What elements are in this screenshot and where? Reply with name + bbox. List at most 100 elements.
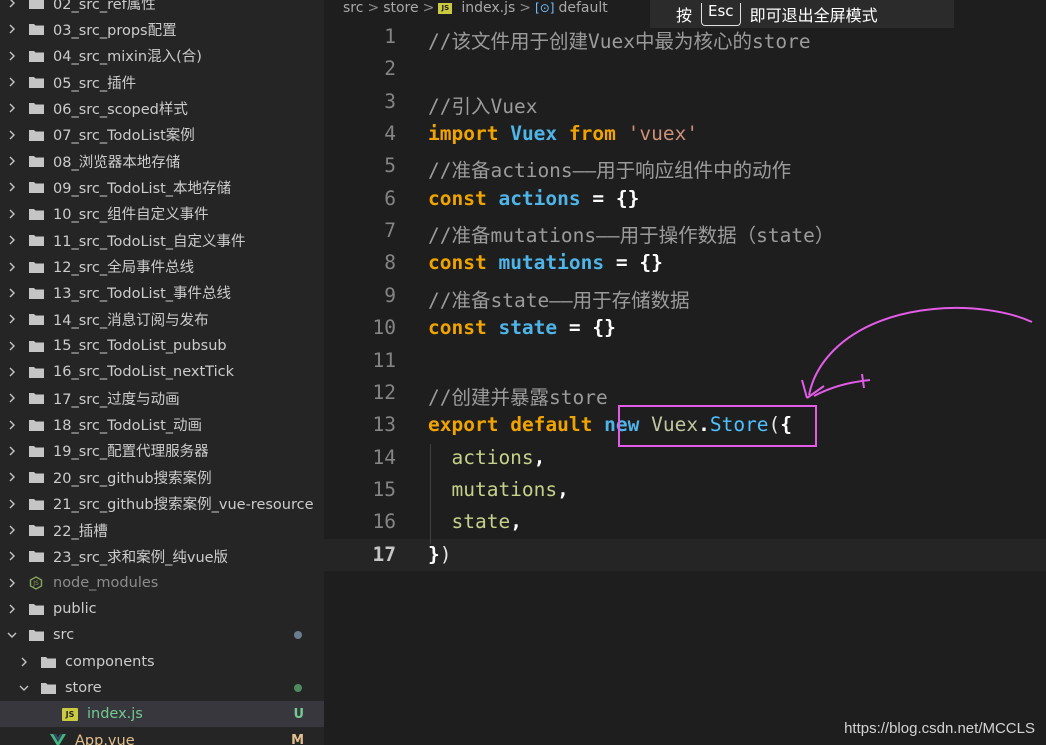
chevron-right-icon[interactable] [6, 524, 18, 536]
explorer-item[interactable]: 09_src_TodoList_本地存储 [0, 174, 324, 200]
explorer-item[interactable]: 10_src_组件自定义事件 [0, 201, 324, 227]
explorer-item-label: 22_插槽 [53, 523, 108, 540]
explorer-item[interactable]: 23_src_求和案例_纯vue版 [0, 543, 324, 569]
explorer-item[interactable]: 19_src_配置代理服务器 [0, 438, 324, 464]
explorer-item[interactable]: 08_浏览器本地存储 [0, 148, 324, 174]
explorer-item[interactable]: 12_src_全局事件总线 [0, 254, 324, 280]
chevron-down-icon[interactable] [18, 682, 30, 694]
chevron-right-icon[interactable] [6, 313, 18, 325]
code-line[interactable]: 7 //准备mutations——用于操作数据（state） [324, 215, 1046, 247]
chevron-right-icon[interactable] [6, 471, 18, 483]
chevron-right-icon[interactable] [6, 155, 18, 167]
code-line[interactable]: 6 const actions = {} [324, 183, 1046, 215]
chevron-right-icon[interactable] [6, 102, 18, 114]
explorer-item[interactable]: 13_src_TodoList_事件总线 [0, 280, 324, 306]
explorer-item[interactable]: 17_src_过度与动画 [0, 385, 324, 411]
breadcrumb-symbol[interactable]: default [558, 0, 607, 16]
chevron-right-icon[interactable] [6, 129, 18, 141]
folder-icon [28, 22, 44, 36]
explorer-item[interactable]: 16_src_TodoList_nextTick [0, 359, 324, 385]
explorer-item[interactable]: JS index.js U [0, 701, 324, 728]
explorer-item[interactable]: components [0, 649, 324, 675]
code-token: mutations [451, 477, 558, 501]
explorer-item[interactable]: public [0, 596, 324, 622]
code-token: //准备mutations——用于操作数据（state） [428, 224, 835, 248]
chevron-right-icon[interactable] [6, 0, 18, 9]
explorer-item-label: 03_src_props配置 [53, 22, 177, 39]
explorer-item[interactable]: 18_src_TodoList_动画 [0, 412, 324, 438]
explorer-item[interactable]: 07_src_TodoList案例 [0, 122, 324, 148]
chevron-right-icon[interactable] [6, 287, 18, 299]
chevron-right-icon[interactable] [6, 340, 18, 352]
explorer-item[interactable]: JS node_modules [0, 570, 324, 596]
explorer-item[interactable]: 04_src_mixin混入(合) [0, 43, 324, 69]
folder-icon [40, 681, 56, 695]
chevron-right-icon[interactable] [6, 234, 18, 246]
explorer-item[interactable]: store [0, 675, 324, 701]
folder-icon [28, 549, 44, 563]
watermark: https://blog.csdn.net/MCCLS [844, 720, 1035, 737]
folder-icon [28, 312, 44, 326]
code-token: Vuex [510, 122, 558, 146]
code-line[interactable]: 3 //引入Vuex [324, 86, 1046, 118]
explorer-item[interactable]: 22_插槽 [0, 517, 324, 543]
code-token: mutations [498, 251, 605, 275]
code-token: const [428, 316, 487, 340]
breadcrumb-file[interactable]: index.js [461, 0, 515, 16]
code-line[interactable]: 8 const mutations = {} [324, 247, 1046, 279]
chevron-right-icon[interactable] [6, 50, 18, 62]
explorer-item[interactable]: 21_src_github搜索案例_vue-resource [0, 491, 324, 517]
chevron-right-icon[interactable] [6, 208, 18, 220]
code-line[interactable]: 16 state, [324, 506, 1046, 538]
code-line[interactable]: 17}) [324, 538, 1046, 571]
code-line[interactable]: 9 //准备state——用于存储数据 [324, 280, 1046, 312]
breadcrumb-folder[interactable]: src [343, 0, 363, 16]
folder-icon [28, 339, 44, 353]
code-line[interactable]: 11 [324, 345, 1046, 377]
chevron-right-icon[interactable] [6, 498, 18, 510]
explorer-item-label: 23_src_求和案例_纯vue版 [53, 549, 229, 566]
explorer-item-label: 20_src_github搜索案例 [53, 470, 212, 487]
explorer-item-label: 21_src_github搜索案例_vue-resource [53, 497, 314, 514]
chevron-down-icon[interactable] [6, 629, 18, 641]
chevron-right-icon[interactable] [6, 23, 18, 35]
chevron-right-icon[interactable] [6, 261, 18, 273]
explorer-item[interactable]: 15_src_TodoList_pubsub [0, 333, 324, 359]
chevron-right-icon[interactable] [18, 656, 30, 668]
explorer-item[interactable]: 14_src_消息订阅与发布 [0, 306, 324, 332]
explorer-item[interactable]: 20_src_github搜索案例 [0, 464, 324, 490]
chevron-right-icon[interactable] [6, 550, 18, 562]
code-line[interactable]: 15 mutations, [324, 474, 1046, 506]
explorer-item-label: 07_src_TodoList案例 [53, 128, 195, 145]
explorer-item[interactable]: 05_src_插件 [0, 69, 324, 95]
chevron-right-icon[interactable] [6, 603, 18, 615]
chevron-right-icon[interactable] [6, 445, 18, 457]
chevron-right-icon[interactable] [6, 392, 18, 404]
chevron-right-icon[interactable] [6, 419, 18, 431]
js-file-icon: JS [62, 707, 78, 721]
code-line[interactable]: 10 const state = {} [324, 312, 1046, 344]
code-text: //该文件用于创建Vuex中最为核心的store [428, 25, 811, 54]
code-editor[interactable]: src > store > JS index.js > [⊙] default 1//该文件用于… [324, 0, 1046, 745]
chevron-right-icon[interactable] [6, 76, 18, 88]
explorer-item[interactable]: 06_src_scoped样式 [0, 95, 324, 121]
explorer-item[interactable]: src [0, 622, 324, 648]
code-text: const state = {} [428, 316, 616, 339]
chevron-right-icon[interactable] [6, 577, 18, 589]
code-line[interactable]: 5 //准备actions——用于响应组件中的动作 [324, 150, 1046, 182]
code-line[interactable]: 2 [324, 53, 1046, 85]
chevron-right-icon[interactable] [6, 181, 18, 193]
breadcrumb-folder[interactable]: store [383, 0, 418, 16]
chevron-right-icon[interactable] [6, 366, 18, 378]
explorer-item[interactable]: 02_src_ref属性 [0, 0, 324, 16]
folder-icon [28, 49, 44, 63]
line-number: 2 [384, 57, 396, 81]
explorer-item[interactable]: 11_src_TodoList_自定义事件 [0, 227, 324, 253]
explorer-item[interactable]: 03_src_props配置 [0, 16, 324, 42]
chevron-right-icon: > [367, 0, 380, 16]
explorer-item-label: 17_src_过度与动画 [53, 391, 180, 408]
explorer-item[interactable]: App.vue M [0, 728, 324, 745]
explorer-item-label: src [53, 627, 75, 644]
code-line[interactable]: 4 import Vuex from 'vuex' [324, 118, 1046, 150]
